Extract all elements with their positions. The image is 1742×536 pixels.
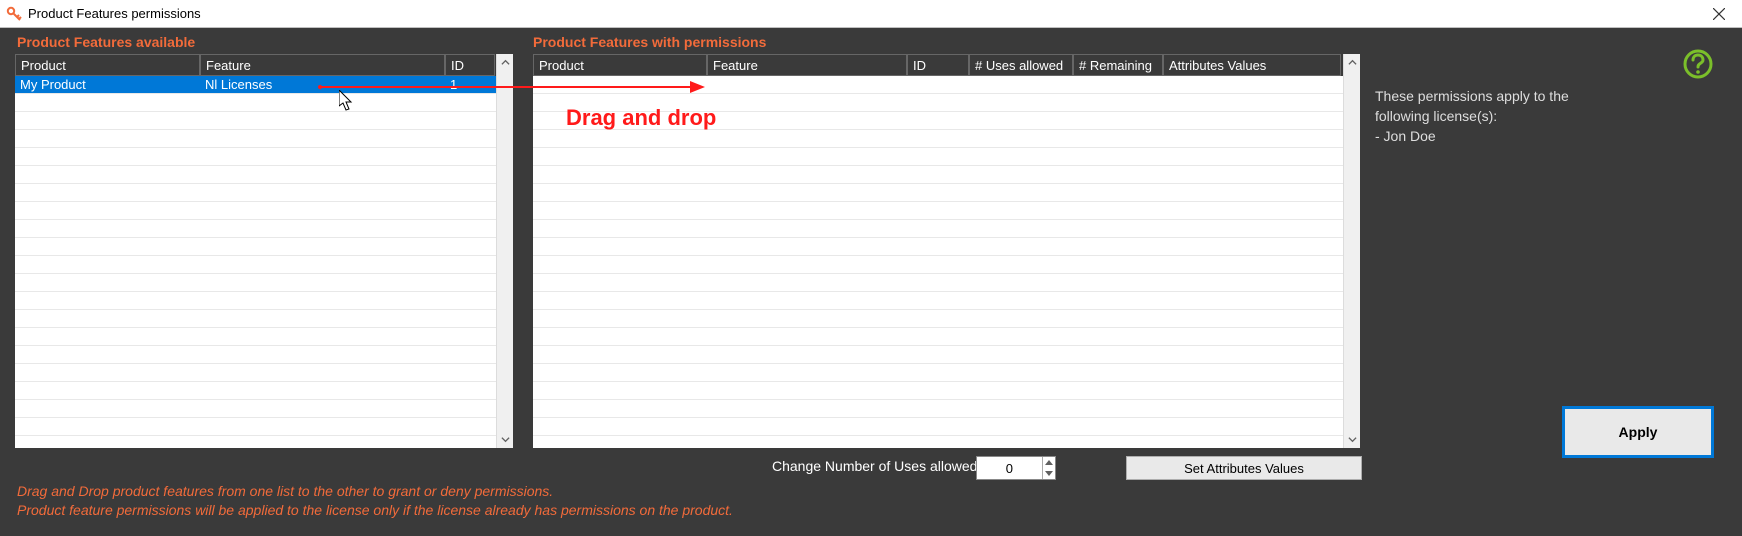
col-feature[interactable]: Feature (200, 54, 445, 76)
table-row[interactable] (533, 418, 1343, 436)
with-permissions-heading: Product Features with permissions (533, 34, 766, 50)
available-header-row: Product Feature ID (15, 54, 513, 76)
table-row[interactable] (533, 256, 1343, 274)
scroll-down-icon[interactable] (1344, 431, 1361, 448)
uses-allowed-input[interactable] (977, 457, 1042, 479)
table-row[interactable] (15, 364, 496, 382)
uses-allowed-spinner[interactable] (976, 456, 1056, 480)
col-id[interactable]: ID (907, 54, 969, 76)
hint-line-1: Drag and Drop product features from one … (17, 483, 553, 499)
table-row[interactable] (533, 382, 1343, 400)
set-attributes-button[interactable]: Set Attributes Values (1126, 456, 1362, 480)
permissions-table[interactable]: Product Feature ID # Uses allowed # Rema… (533, 54, 1360, 448)
close-button[interactable] (1696, 0, 1742, 28)
table-row[interactable] (533, 310, 1343, 328)
available-body: My Product Nl Licenses 1 (15, 76, 496, 448)
window-title: Product Features permissions (28, 6, 201, 21)
table-row[interactable] (533, 130, 1343, 148)
available-scrollbar[interactable] (496, 54, 513, 448)
col-product[interactable]: Product (533, 54, 707, 76)
table-row[interactable] (15, 148, 496, 166)
permissions-header-row: Product Feature ID # Uses allowed # Rema… (533, 54, 1360, 76)
spinner-down-icon[interactable] (1043, 468, 1055, 479)
table-row[interactable] (533, 94, 1343, 112)
spinner-up-icon[interactable] (1043, 457, 1055, 468)
table-row[interactable] (15, 130, 496, 148)
table-row[interactable] (533, 184, 1343, 202)
table-row[interactable] (533, 202, 1343, 220)
key-icon (6, 6, 22, 22)
license-info-line1: These permissions apply to the following… (1375, 86, 1623, 126)
table-row[interactable] (15, 346, 496, 364)
table-row[interactable] (533, 220, 1343, 238)
table-row[interactable] (533, 148, 1343, 166)
scroll-up-icon[interactable] (1344, 54, 1361, 71)
uses-allowed-label: Change Number of Uses allowed (772, 458, 977, 474)
permissions-scrollbar[interactable] (1343, 54, 1360, 448)
available-heading: Product Features available (17, 34, 195, 50)
table-row[interactable]: My Product Nl Licenses 1 (15, 76, 496, 94)
available-table[interactable]: Product Feature ID My Product Nl License… (15, 54, 513, 448)
window-titlebar: Product Features permissions (0, 0, 1742, 28)
table-row[interactable] (15, 166, 496, 184)
hint-line-2: Product feature permissions will be appl… (17, 502, 733, 518)
col-id[interactable]: ID (445, 54, 495, 76)
table-row[interactable] (533, 112, 1343, 130)
table-row[interactable] (15, 274, 496, 292)
table-row[interactable] (533, 400, 1343, 418)
apply-button[interactable]: Apply (1562, 406, 1714, 458)
table-row[interactable] (15, 238, 496, 256)
col-attributes[interactable]: Attributes Values (1163, 54, 1341, 76)
license-info-line2: - Jon Doe (1375, 126, 1623, 146)
license-info: These permissions apply to the following… (1375, 86, 1623, 146)
table-row[interactable] (15, 94, 496, 112)
cell-product: My Product (15, 76, 200, 93)
table-row[interactable] (15, 400, 496, 418)
cell-id: 1 (445, 76, 495, 93)
table-row[interactable] (15, 184, 496, 202)
table-row[interactable] (15, 256, 496, 274)
scroll-down-icon[interactable] (497, 431, 514, 448)
table-row[interactable] (533, 364, 1343, 382)
scroll-up-icon[interactable] (497, 54, 514, 71)
table-row[interactable] (15, 202, 496, 220)
table-row[interactable] (533, 76, 1343, 94)
table-row[interactable] (15, 220, 496, 238)
col-product[interactable]: Product (15, 54, 200, 76)
help-icon[interactable] (1682, 48, 1714, 80)
table-row[interactable] (15, 382, 496, 400)
table-row[interactable] (15, 292, 496, 310)
table-row[interactable] (15, 328, 496, 346)
table-row[interactable] (533, 274, 1343, 292)
col-remaining[interactable]: # Remaining (1073, 54, 1163, 76)
table-row[interactable] (533, 166, 1343, 184)
table-row[interactable] (533, 346, 1343, 364)
col-feature[interactable]: Feature (707, 54, 907, 76)
table-row[interactable] (533, 328, 1343, 346)
content-area: Product Features available Product Featu… (0, 28, 1742, 536)
cell-feature: Nl Licenses (200, 76, 445, 93)
table-row[interactable] (15, 418, 496, 436)
col-uses-allowed[interactable]: # Uses allowed (969, 54, 1073, 76)
table-row[interactable] (15, 310, 496, 328)
table-row[interactable] (15, 112, 496, 130)
table-row[interactable] (533, 292, 1343, 310)
table-row[interactable] (533, 238, 1343, 256)
permissions-body (533, 76, 1343, 448)
